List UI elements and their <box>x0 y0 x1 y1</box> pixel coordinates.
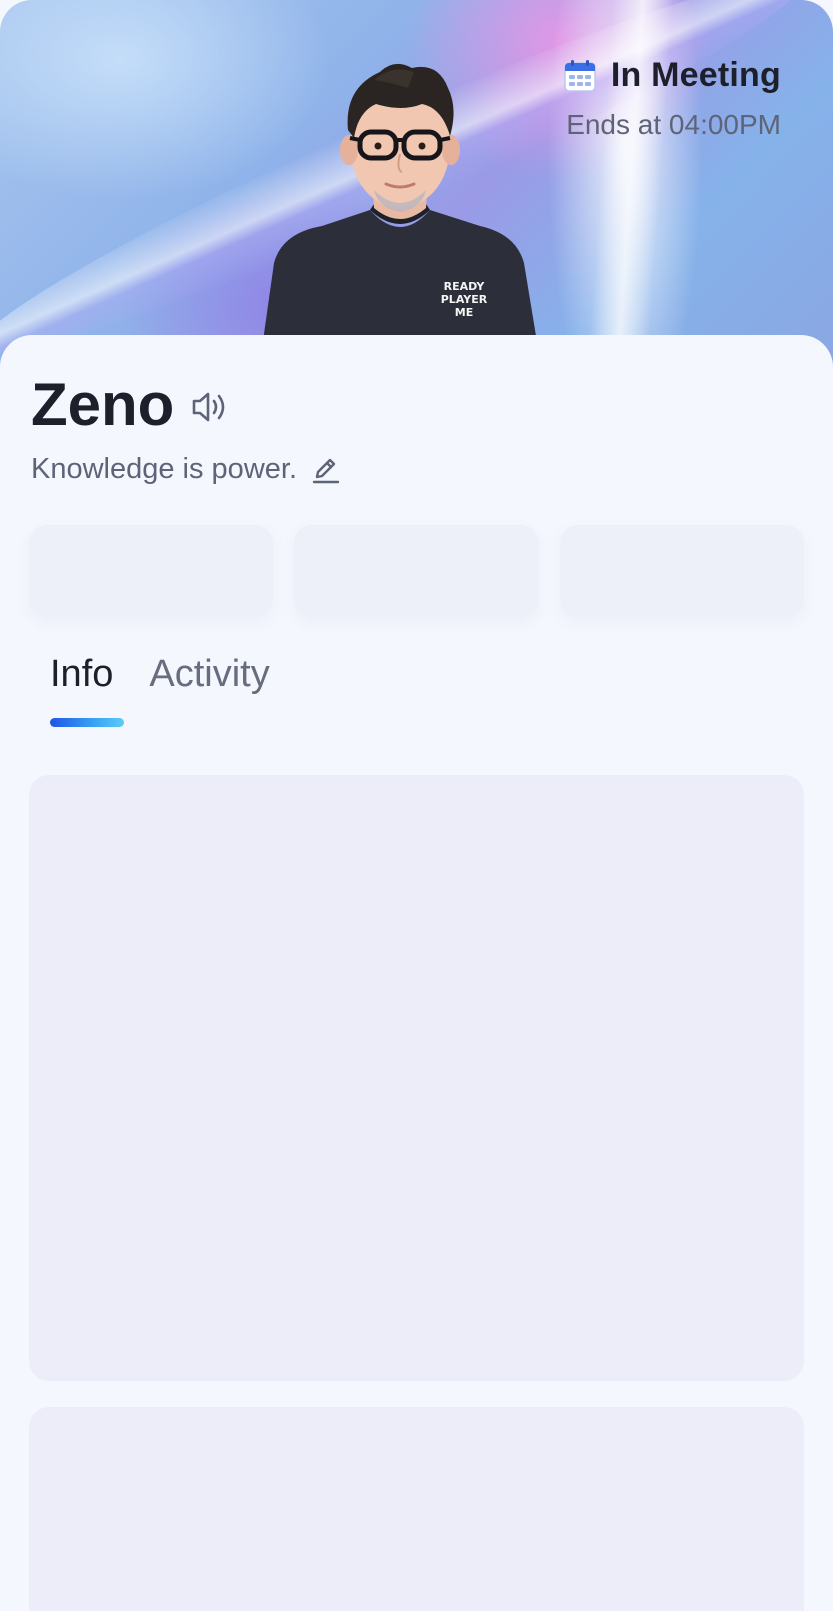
status-row: In Meeting <box>563 56 781 95</box>
info-panel-placeholder <box>29 1407 804 1611</box>
profile-name: Zeno <box>31 371 175 438</box>
tab-info[interactable]: Info <box>50 655 113 693</box>
stat-card-placeholder <box>559 525 804 617</box>
avatar: READY PLAYER ME <box>262 58 538 348</box>
shirt-logo-text: PLAYER <box>441 293 488 306</box>
tab-activity[interactable]: Activity <box>149 655 269 693</box>
status-block[interactable]: In Meeting Ends at 04:00PM <box>563 56 781 141</box>
active-tab-indicator <box>50 718 124 727</box>
status-end-time: Ends at 04:00PM <box>566 109 781 140</box>
name-row: Zeno <box>31 375 230 435</box>
stat-cards <box>29 525 804 617</box>
stat-card-placeholder <box>294 525 539 617</box>
profile-bio: Knowledge is power. <box>31 453 297 485</box>
stat-card-placeholder <box>29 525 274 617</box>
shirt-logo-text: READY <box>444 280 486 293</box>
bio-row: Knowledge is power. <box>31 453 341 486</box>
calendar-icon <box>563 59 597 93</box>
info-panel-placeholder <box>29 775 804 1381</box>
profile-screen: READY PLAYER ME In Meeting Ends at 04:00… <box>0 0 833 1611</box>
speaker-icon[interactable] <box>190 387 230 427</box>
shirt-logo-text: ME <box>455 306 473 319</box>
profile-content: Zeno Knowledge is power. Info Activity <box>0 335 833 1611</box>
profile-banner: READY PLAYER ME In Meeting Ends at 04:00… <box>0 0 833 380</box>
edit-icon[interactable] <box>311 455 341 485</box>
status-label: In Meeting <box>610 56 781 94</box>
profile-tabs: Info Activity <box>50 655 270 693</box>
